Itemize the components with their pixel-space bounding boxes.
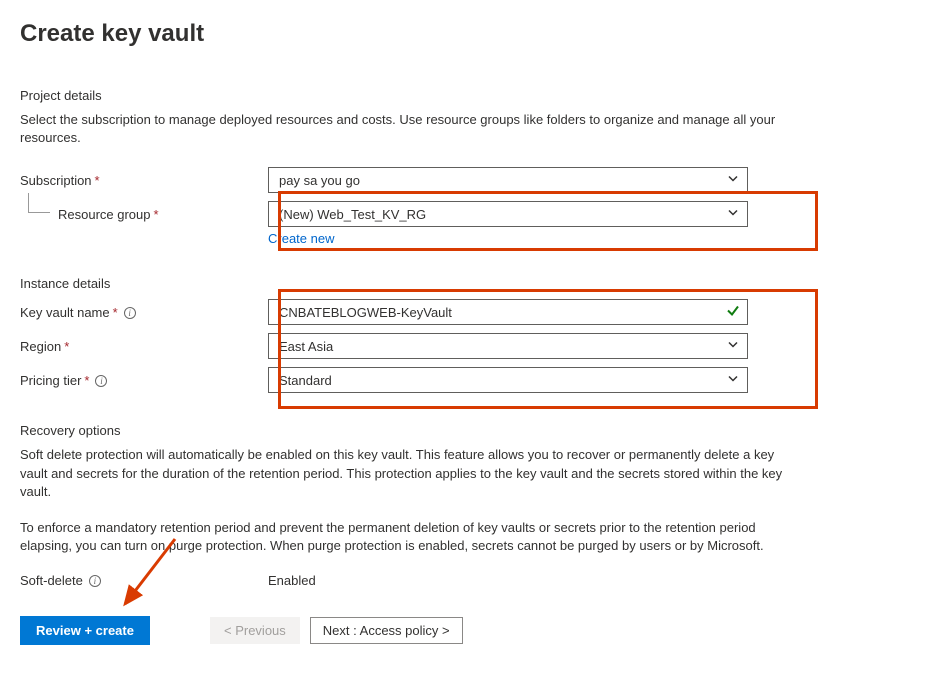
region-dropdown[interactable]: East Asia	[268, 333, 748, 359]
resource-group-label: Resource group*	[20, 201, 268, 222]
instance-details-heading: Instance details	[20, 276, 906, 291]
subscription-row: Subscription* pay sa you go	[20, 167, 906, 193]
project-details-section: Project details Select the subscription …	[20, 88, 906, 246]
region-label: Region*	[20, 333, 268, 354]
next-button[interactable]: Next : Access policy >	[310, 617, 463, 644]
soft-delete-value: Enabled	[268, 573, 316, 588]
tree-connector-icon	[28, 193, 50, 213]
recovery-para-1: Soft delete protection will automaticall…	[20, 446, 800, 501]
resource-group-dropdown[interactable]: (New) Web_Test_KV_RG	[268, 201, 748, 227]
required-indicator: *	[154, 207, 159, 222]
info-icon[interactable]: i	[95, 375, 107, 387]
soft-delete-label: Soft-delete i	[20, 573, 268, 588]
footer-buttons: Review + create < Previous Next : Access…	[20, 616, 906, 645]
project-details-description: Select the subscription to manage deploy…	[20, 111, 780, 147]
subscription-value: pay sa you go	[279, 173, 360, 188]
recovery-options-section: Recovery options Soft delete protection …	[20, 423, 906, 588]
create-new-link[interactable]: Create new	[268, 231, 334, 246]
required-indicator: *	[113, 305, 118, 320]
pricing-tier-label: Pricing tier* i	[20, 367, 268, 388]
info-icon[interactable]: i	[124, 307, 136, 319]
subscription-label: Subscription*	[20, 167, 268, 188]
recovery-para-2: To enforce a mandatory retention period …	[20, 519, 800, 555]
pricing-tier-row: Pricing tier* i Standard	[20, 367, 906, 393]
info-icon[interactable]: i	[89, 575, 101, 587]
required-indicator: *	[95, 173, 100, 188]
chevron-down-icon	[727, 339, 739, 354]
chevron-down-icon	[727, 173, 739, 188]
pricing-tier-value: Standard	[279, 373, 332, 388]
review-create-button[interactable]: Review + create	[20, 616, 150, 645]
key-vault-name-label: Key vault name* i	[20, 299, 268, 320]
chevron-down-icon	[727, 207, 739, 222]
instance-details-section: Instance details Key vault name* i Regio…	[20, 276, 906, 393]
key-vault-name-input[interactable]	[268, 299, 748, 325]
pricing-tier-dropdown[interactable]: Standard	[268, 367, 748, 393]
chevron-down-icon	[727, 373, 739, 388]
subscription-dropdown[interactable]: pay sa you go	[268, 167, 748, 193]
soft-delete-row: Soft-delete i Enabled	[20, 573, 906, 588]
region-value: East Asia	[279, 339, 333, 354]
checkmark-icon	[726, 304, 740, 321]
previous-button[interactable]: < Previous	[210, 617, 300, 644]
required-indicator: *	[84, 373, 89, 388]
recovery-options-heading: Recovery options	[20, 423, 906, 438]
project-details-heading: Project details	[20, 88, 906, 103]
key-vault-name-row: Key vault name* i	[20, 299, 906, 325]
page-title: Create key vault	[20, 20, 906, 48]
resource-group-row: Resource group* (New) Web_Test_KV_RG Cre…	[20, 201, 906, 246]
resource-group-value: (New) Web_Test_KV_RG	[279, 207, 426, 222]
required-indicator: *	[64, 339, 69, 354]
region-row: Region* East Asia	[20, 333, 906, 359]
